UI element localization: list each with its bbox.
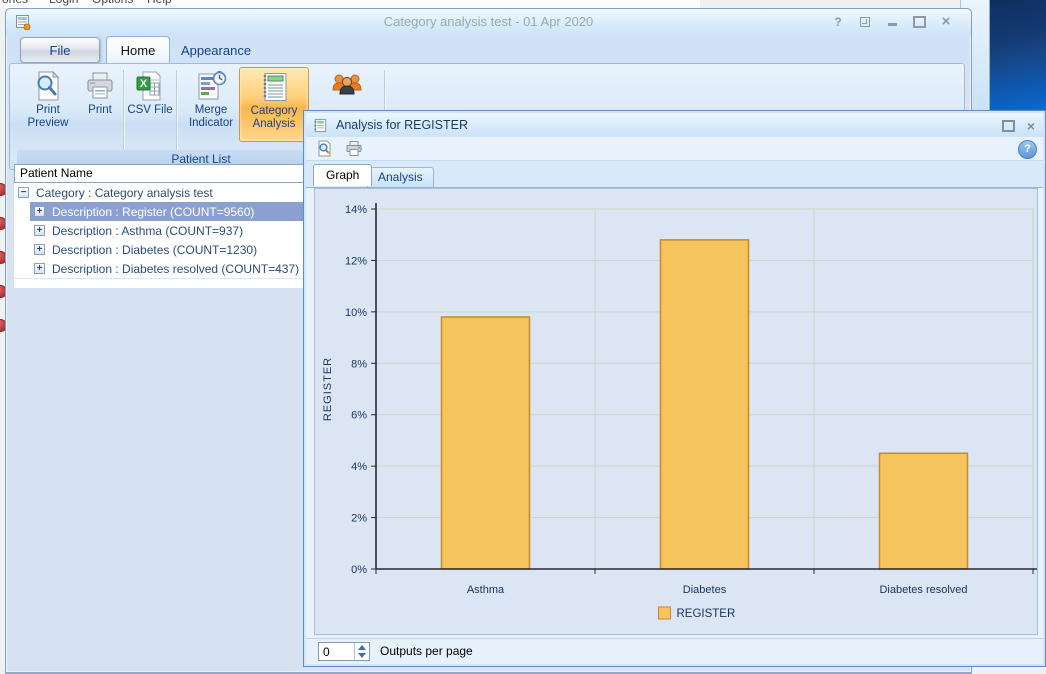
print-small-icon[interactable] xyxy=(345,140,363,157)
analysis-toolbar: ? xyxy=(306,137,1043,161)
merge-indicator-icon xyxy=(198,71,227,100)
merge-indicator-button[interactable]: Merge Indicator xyxy=(179,67,243,140)
titlebar-controls: ? × xyxy=(831,13,953,30)
main-titlebar: Category analysis test - 01 Apr 2020 ? × xyxy=(6,9,971,35)
restore-button[interactable] xyxy=(1001,120,1015,132)
svg-text:0%: 0% xyxy=(351,564,367,576)
svg-text:8%: 8% xyxy=(351,358,367,370)
ribbon-separator xyxy=(176,70,178,152)
tab-graph[interactable]: Graph xyxy=(313,164,373,186)
csv-file-button[interactable]: X CSV File xyxy=(126,67,174,140)
fullscreen-button[interactable] xyxy=(858,15,872,28)
tree-item-label: Description : Asthma (COUNT=937) xyxy=(52,224,244,238)
svg-text:Diabetes: Diabetes xyxy=(683,584,727,596)
svg-text:REGISTER: REGISTER xyxy=(677,608,736,620)
svg-text:2%: 2% xyxy=(351,513,367,525)
desktop-background xyxy=(988,0,1046,112)
menu-item[interactable]: ories xyxy=(2,0,28,6)
spinner-arrows[interactable] xyxy=(354,643,369,660)
button-label: Category Analysis xyxy=(250,105,298,130)
svg-text:Asthma: Asthma xyxy=(467,584,505,596)
svg-text:10%: 10% xyxy=(345,307,367,319)
menu-item[interactable]: Help xyxy=(147,0,172,6)
print-preview-button[interactable]: Print Preview xyxy=(19,67,77,140)
svg-text:REGISTER: REGISTER xyxy=(322,357,334,421)
svg-text:12%: 12% xyxy=(345,255,367,267)
printer-icon xyxy=(87,72,113,99)
outputs-per-page-label: Outputs per page xyxy=(380,644,473,658)
tree-column-header[interactable]: Patient Name xyxy=(14,164,313,183)
analysis-window-title: Analysis for REGISTER xyxy=(336,118,468,132)
spinner-value: 0 xyxy=(323,645,330,659)
category-analysis-icon xyxy=(263,73,287,101)
chart-area: 0% 2% 4% 6% 8% 10% 12% 14% Asthma Diabetes Diabete… xyxy=(314,188,1038,635)
tree-item-label: Description : Register (COUNT=9560) xyxy=(52,205,255,219)
analysis-footer: 0 Outputs per page xyxy=(306,638,1043,664)
tree-row-register[interactable]: + Description : Register (COUNT=9560) xyxy=(14,202,308,221)
window-title: Category analysis test - 01 Apr 2020 xyxy=(383,14,594,29)
background-menubar: ories Login Options Help xyxy=(0,0,700,8)
csv-excel-icon: X xyxy=(136,71,161,101)
tree-row-diabetes[interactable]: + Description : Diabetes (COUNT=1230) xyxy=(14,240,308,260)
tab-appearance[interactable]: Appearance xyxy=(173,40,259,60)
menu-item[interactable]: Options xyxy=(92,0,133,6)
patient-tree-panel: Patient Name − Category : Category analy… xyxy=(14,164,313,288)
svg-text:6%: 6% xyxy=(351,410,367,422)
expand-toggle-icon[interactable]: + xyxy=(34,244,45,255)
tree-row-diabetes-resolved[interactable]: + Description : Diabetes resolved (COUNT… xyxy=(14,259,308,279)
expand-toggle-icon[interactable]: + xyxy=(34,263,45,274)
svg-text:14%: 14% xyxy=(345,204,367,216)
expand-toggle-icon[interactable]: + xyxy=(34,225,45,236)
tree-row-asthma[interactable]: + Description : Asthma (COUNT=937) xyxy=(14,221,308,241)
tree-item-label: Description : Diabetes resolved (COUNT=4… xyxy=(52,262,300,276)
analysis-titlebar: Analysis for REGISTER × xyxy=(306,113,1043,137)
button-label: Merge Indicator xyxy=(188,104,234,129)
spin-down-icon[interactable] xyxy=(358,653,366,658)
tab-file[interactable]: File xyxy=(20,37,100,63)
button-label: Print xyxy=(88,104,112,116)
bar-chart: 0% 2% 4% 6% 8% 10% 12% 14% Asthma Diabetes Diabete… xyxy=(322,203,1037,620)
ribbon-tab-strip: File Home Appearance xyxy=(7,35,970,64)
print-button[interactable]: Print xyxy=(78,67,122,140)
svg-text:X: X xyxy=(140,78,148,90)
close-analysis-button[interactable]: × xyxy=(1027,118,1035,134)
patients-group-icon xyxy=(332,74,362,95)
collapse-toggle-icon[interactable]: − xyxy=(18,187,29,198)
tree-item-label: Description : Diabetes (COUNT=1230) xyxy=(52,243,258,257)
analysis-tabs: Graph Analysis xyxy=(306,161,1043,188)
menu-item[interactable]: Login xyxy=(49,0,78,6)
category-analysis-button[interactable]: Category Analysis xyxy=(239,67,309,142)
outputs-per-page-spinner[interactable]: 0 xyxy=(318,642,370,661)
print-preview-small-icon[interactable] xyxy=(316,140,333,157)
button-label: CSV File xyxy=(127,104,173,116)
tree-root-label: Category : Category analysis test xyxy=(36,186,213,200)
help-window-button[interactable]: ? xyxy=(831,15,845,29)
print-preview-icon xyxy=(37,70,60,101)
button-label: Print Preview xyxy=(27,104,69,129)
maximize-button[interactable] xyxy=(912,15,926,28)
minimize-button[interactable] xyxy=(885,15,899,28)
analysis-window-icon xyxy=(314,118,327,132)
tree-root-row[interactable]: − Category : Category analysis test xyxy=(14,183,308,202)
analysis-window: Analysis for REGISTER × ? Graph Analysis… xyxy=(303,110,1046,667)
spin-up-icon[interactable] xyxy=(358,645,366,650)
analysis-titlebar-controls: × xyxy=(1001,118,1035,134)
tab-analysis[interactable]: Analysis xyxy=(367,167,434,187)
help-button[interactable]: ? xyxy=(1018,140,1037,159)
svg-text:4%: 4% xyxy=(351,461,367,473)
ribbon-separator xyxy=(123,70,125,152)
expand-toggle-icon[interactable]: + xyxy=(34,206,45,217)
close-button[interactable]: × xyxy=(939,13,953,30)
svg-text:Diabetes resolved: Diabetes resolved xyxy=(879,584,967,596)
tab-home[interactable]: Home xyxy=(106,36,170,64)
